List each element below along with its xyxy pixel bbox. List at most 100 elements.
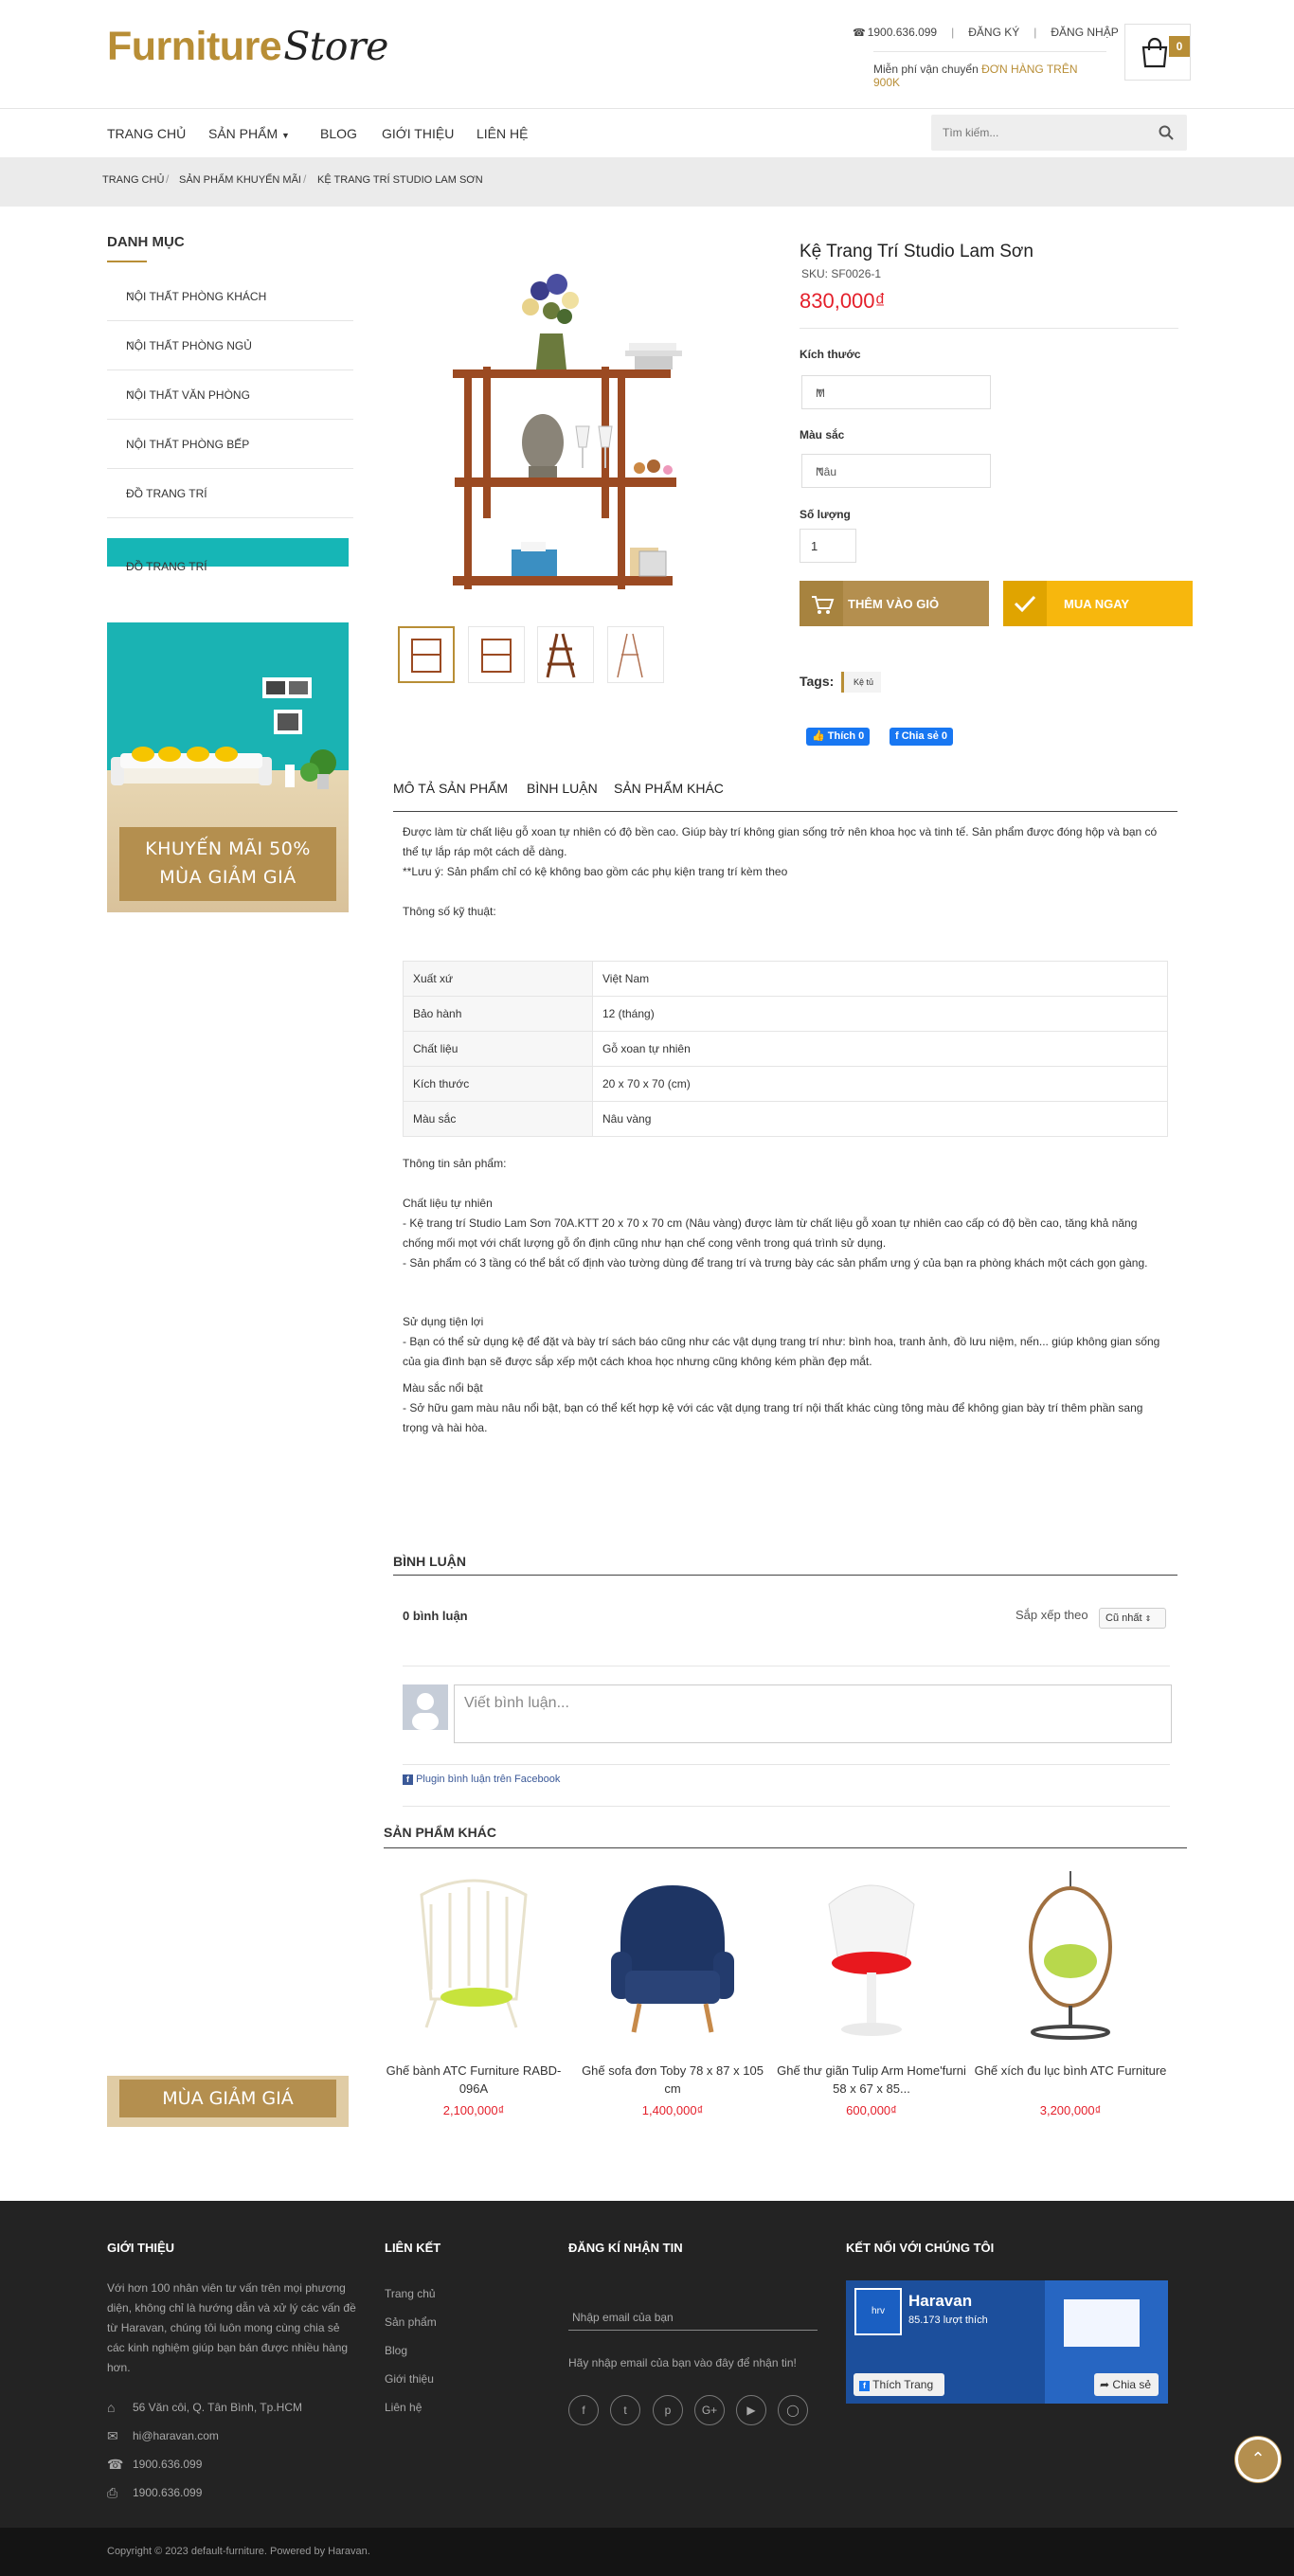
tab-other-products[interactable]: SẢN PHẨM KHÁC	[614, 781, 724, 796]
search-input[interactable]	[931, 115, 1149, 151]
sort-select[interactable]: Cũ nhất ⇕	[1099, 1608, 1166, 1629]
chevron-down-icon[interactable]: ⌄	[126, 287, 344, 297]
search-icon[interactable]	[1159, 125, 1174, 140]
product-card-image[interactable]	[971, 1866, 1170, 2075]
color-label: Màu sắc	[800, 428, 845, 441]
product-card[interactable]: Ghế xích đu lục bình ATC Furniture 3,200…	[971, 1866, 1170, 2117]
footer-links-title: LIÊN KẾT	[385, 2241, 441, 2255]
product-card-name[interactable]: Ghế sofa đơn Toby 78 x 87 x 105 cm	[573, 2062, 772, 2098]
size-label: Kích thước	[800, 348, 861, 361]
sidebar-item-kitchen[interactable]: NỘI THẤT PHÒNG BẾP	[107, 420, 353, 469]
fb-like-label: Thích 0	[827, 730, 865, 742]
nav-home[interactable]: TRANG CHỦ	[107, 126, 186, 143]
facebook-page-widget[interactable]: hrv Haravan 85.173 lượt thích f Thích Tr…	[846, 2280, 1168, 2404]
breadcrumb-category[interactable]: SẢN PHẨM KHUYẾN MÃI	[179, 174, 301, 188]
email-text[interactable]: hi@haravan.com	[133, 2429, 219, 2442]
pinterest-icon[interactable]: p	[653, 2395, 683, 2425]
twitter-icon[interactable]: t	[610, 2395, 640, 2425]
quantity-input[interactable]: 1	[800, 529, 856, 563]
cart-count-badge: 0	[1169, 36, 1190, 57]
nav-products[interactable]: SẢN PHẨM ▼	[208, 126, 290, 143]
chevron-down-icon[interactable]: ⌄	[126, 386, 344, 396]
product-card-image[interactable]	[573, 1866, 772, 2075]
facebook-share-button[interactable]: f Chia sẻ 0	[890, 728, 954, 746]
buy-now-button[interactable]: MUA NGAY	[1003, 581, 1193, 626]
product-main-image[interactable]	[398, 248, 777, 618]
product-card-price: 2,100,000₫	[442, 2103, 505, 2117]
login-link[interactable]: ĐĂNG NHẬP	[1051, 26, 1118, 39]
check-icon	[1003, 581, 1047, 626]
info-paragraph: - Kệ trang trí Studio Lam Sơn 70A.KTT 20…	[403, 1216, 1138, 1250]
facebook-comments-plugin-link[interactable]: f Plugin bình luận trên Facebook	[403, 1774, 560, 1785]
sidebar-item-decor[interactable]: ĐỒ TRANG TRÍ	[107, 469, 353, 518]
phone-text[interactable]: 1900.636.099	[133, 2458, 202, 2471]
tag-item[interactable]: Kệ tủ	[841, 672, 882, 693]
product-card[interactable]: Ghế thư giãn Tulip Arm Home'furni 58 x 6…	[772, 1866, 971, 2117]
product-card-name[interactable]: Ghế bành ATC Furniture RABD-096A	[374, 2062, 573, 2098]
product-card-name[interactable]: Ghế xích đu lục bình ATC Furniture	[971, 2062, 1170, 2080]
top-links: ☎ 1900.636.099 | ĐĂNG KÝ | ĐĂNG NHẬP	[853, 25, 1119, 40]
fb-page-name[interactable]: Haravan	[908, 2292, 972, 2311]
instagram-icon[interactable]: ◯	[778, 2395, 808, 2425]
product-card-image[interactable]	[374, 1866, 573, 2075]
caret-down-icon: ▼	[281, 131, 290, 140]
sidebar-item-decor-extra[interactable]: ĐỒ TRANG TRÍ	[107, 558, 353, 607]
chevron-down-icon[interactable]: ⌄	[126, 336, 344, 347]
fb-page-like-button[interactable]: f Thích Trang	[854, 2373, 944, 2396]
facebook-icon[interactable]: f	[568, 2395, 599, 2425]
fb-page-share-button[interactable]: ➦ Chia sẻ	[1094, 2373, 1159, 2396]
product-card-name[interactable]: Ghế thư giãn Tulip Arm Home'furni 58 x 6…	[772, 2062, 971, 2098]
promo-banner-text: KHUYẾN MÃI 50% MÙA GIẢM GIÁ	[119, 827, 336, 901]
sidebar-item-bedroom[interactable]: NỘI THẤT PHÒNG NGỦ ⌄	[107, 321, 353, 370]
site-header: FurnitureStore ☎ 1900.636.099 | ĐĂNG KÝ …	[0, 0, 1294, 109]
promo-banner[interactable]: KHUYẾN MÃI 50% MÙA GIẢM GIÁ	[107, 622, 349, 912]
footer-link-contact[interactable]: Liên hệ	[385, 2401, 422, 2414]
facebook-like-button[interactable]: 👍 Thích 0	[806, 728, 871, 746]
sort-label: Sắp xếp theo	[1015, 1608, 1088, 1622]
footer-link-home[interactable]: Trang chủ	[385, 2287, 436, 2300]
address-text: 56 Văn côi, Q. Tân Bình, Tp.HCM	[133, 2401, 302, 2414]
sidebar-item-living-room[interactable]: NỘI THẤT PHÒNG KHÁCH ⌄	[107, 272, 353, 321]
product-card[interactable]: Ghế bành ATC Furniture RABD-096A 2,100,0…	[374, 1866, 573, 2117]
sidebar-item-office[interactable]: NỘI THẤT VĂN PHÒNG ⌄	[107, 370, 353, 420]
table-row: Chất liệu Gỗ xoan tự nhiên	[403, 1031, 1168, 1067]
google-plus-icon[interactable]: G+	[694, 2395, 725, 2425]
tab-comments[interactable]: BÌNH LUẬN	[527, 781, 598, 796]
facebook-icon: f	[859, 2381, 870, 2391]
shopping-bag-icon	[1141, 37, 1168, 68]
footer-link-blog[interactable]: Blog	[385, 2344, 407, 2357]
nav-contact[interactable]: LIÊN HỆ	[476, 126, 528, 143]
product-card-image[interactable]	[772, 1866, 971, 2075]
nav-products-label: SẢN PHẨM	[208, 126, 279, 141]
tab-description[interactable]: MÔ TẢ SẢN PHẨM	[393, 781, 508, 796]
product-card[interactable]: Ghế sofa đơn Toby 78 x 87 x 105 cm 1,400…	[573, 1866, 772, 2117]
promo-line-2: MÙA GIẢM GIÁ	[159, 867, 297, 888]
newsletter-placeholder: Nhập email của bạn	[572, 2311, 674, 2324]
description-intro: Được làm từ chất liệu gỗ xoan tự nhiên c…	[403, 825, 1158, 858]
comment-input[interactable]: Viết bình luận...	[454, 1684, 1172, 1743]
back-to-top-button[interactable]: ⌃	[1235, 2437, 1281, 2482]
footer-link-products[interactable]: Sản phẩm	[385, 2315, 437, 2329]
header-phone[interactable]: 1900.636.099	[868, 26, 937, 39]
nav-blog[interactable]: BLOG	[320, 126, 357, 143]
nav-about[interactable]: GIỚI THIỆU	[382, 126, 454, 143]
breadcrumb-home[interactable]: TRANG CHỦ	[102, 174, 164, 188]
product-card-price: 600,000₫	[846, 2103, 897, 2117]
newsletter-email-input[interactable]: Nhập email của bạn	[568, 2302, 818, 2331]
youtube-icon[interactable]: ▶	[736, 2395, 766, 2425]
cart-icon	[800, 581, 843, 626]
add-to-cart-label: THÊM VÀO GIỎ	[848, 597, 940, 611]
footer-link-about[interactable]: Giới thiệu	[385, 2372, 434, 2386]
size-select[interactable]: M ▼	[801, 375, 991, 409]
tags-label: Tags:	[800, 674, 835, 689]
spec-key: Màu sắc	[403, 1101, 593, 1137]
color-select[interactable]: Nâu ▼	[801, 454, 991, 488]
add-to-cart-button[interactable]: THÊM VÀO GIỎ	[800, 581, 989, 626]
divider: |	[951, 26, 955, 39]
cart-button[interactable]: 0	[1124, 24, 1191, 81]
promo-banner-bottom[interactable]: MÙA GIẢM GIÁ	[107, 2076, 349, 2127]
divider	[393, 1575, 1177, 1576]
description-note: **Lưu ý: Sản phẩm chỉ có kệ không bao gồ…	[403, 865, 788, 878]
site-logo[interactable]: FurnitureStore	[107, 23, 388, 70]
register-link[interactable]: ĐĂNG KÝ	[968, 26, 1019, 39]
